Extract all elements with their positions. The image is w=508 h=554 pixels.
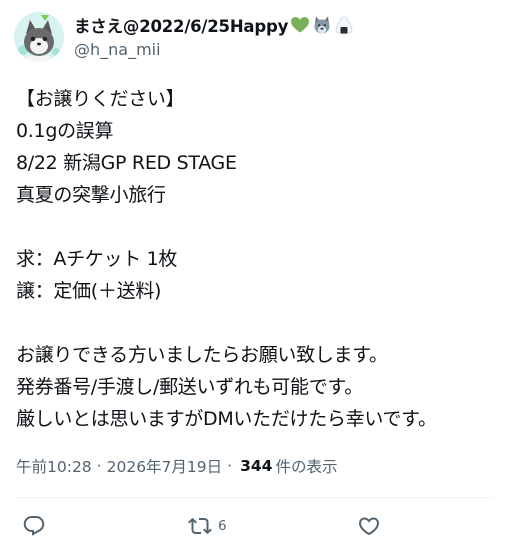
wolf-icon	[314, 16, 330, 34]
display-name-row[interactable]: まさえ@2022/6/25Happy	[74, 13, 354, 37]
user-handle[interactable]: @h_na_mii	[74, 40, 161, 59]
retweet-button[interactable]: 6	[188, 514, 227, 538]
tweet-line: お譲りできる方いましたらお願い致します。	[16, 344, 388, 366]
views-label: 件の表示	[275, 458, 338, 476]
retweet-count: 6	[218, 518, 227, 534]
meta-separator: ·	[96, 457, 102, 475]
tweet-text: 【お譲りください】 0.1gの誤算 8/22 新潟GP RED STAGE 真夏…	[16, 83, 496, 435]
tweet-date[interactable]: 2026年7月19日	[107, 455, 223, 477]
action-bar: 6	[0, 510, 508, 544]
tweet-line: 譲：定価(＋送料)	[16, 280, 162, 302]
tweet-meta: 午前10:28 · 2026年7月19日 · 344 件の表示	[16, 454, 337, 478]
tweet-time[interactable]: 午前10:28	[16, 455, 92, 477]
tweet-line: 発券番号/手渡し/郵送いずれも可能です。	[16, 376, 363, 398]
heart-icon	[358, 517, 380, 536]
tweet-line: 厳しいとは思いますがDMいただけたら幸いです。	[16, 408, 437, 430]
green-heart-icon	[291, 17, 310, 33]
tweet-line	[16, 211, 496, 243]
retweet-icon	[188, 517, 212, 535]
display-name[interactable]: まさえ@2022/6/25Happy	[74, 13, 288, 37]
reply-button[interactable]	[22, 514, 46, 538]
rice-ball-icon	[335, 16, 353, 34]
divider	[16, 497, 492, 498]
avatar[interactable]	[14, 12, 64, 62]
tweet-line: 8/22 新潟GP RED STAGE	[16, 152, 237, 174]
tweet-line: 求：Aチケット 1枚	[16, 248, 178, 270]
tweet-line: 【お譲りください】	[16, 88, 185, 110]
like-button[interactable]	[357, 514, 381, 538]
meta-separator: ·	[227, 457, 233, 475]
tweet-line: 0.1gの誤算	[16, 120, 114, 142]
tweet-line	[16, 307, 496, 339]
avatar-image	[14, 12, 64, 62]
views-count[interactable]: 344	[240, 457, 272, 475]
reply-icon	[23, 516, 45, 536]
tweet-line: 真夏の突撃小旅行	[16, 184, 166, 206]
